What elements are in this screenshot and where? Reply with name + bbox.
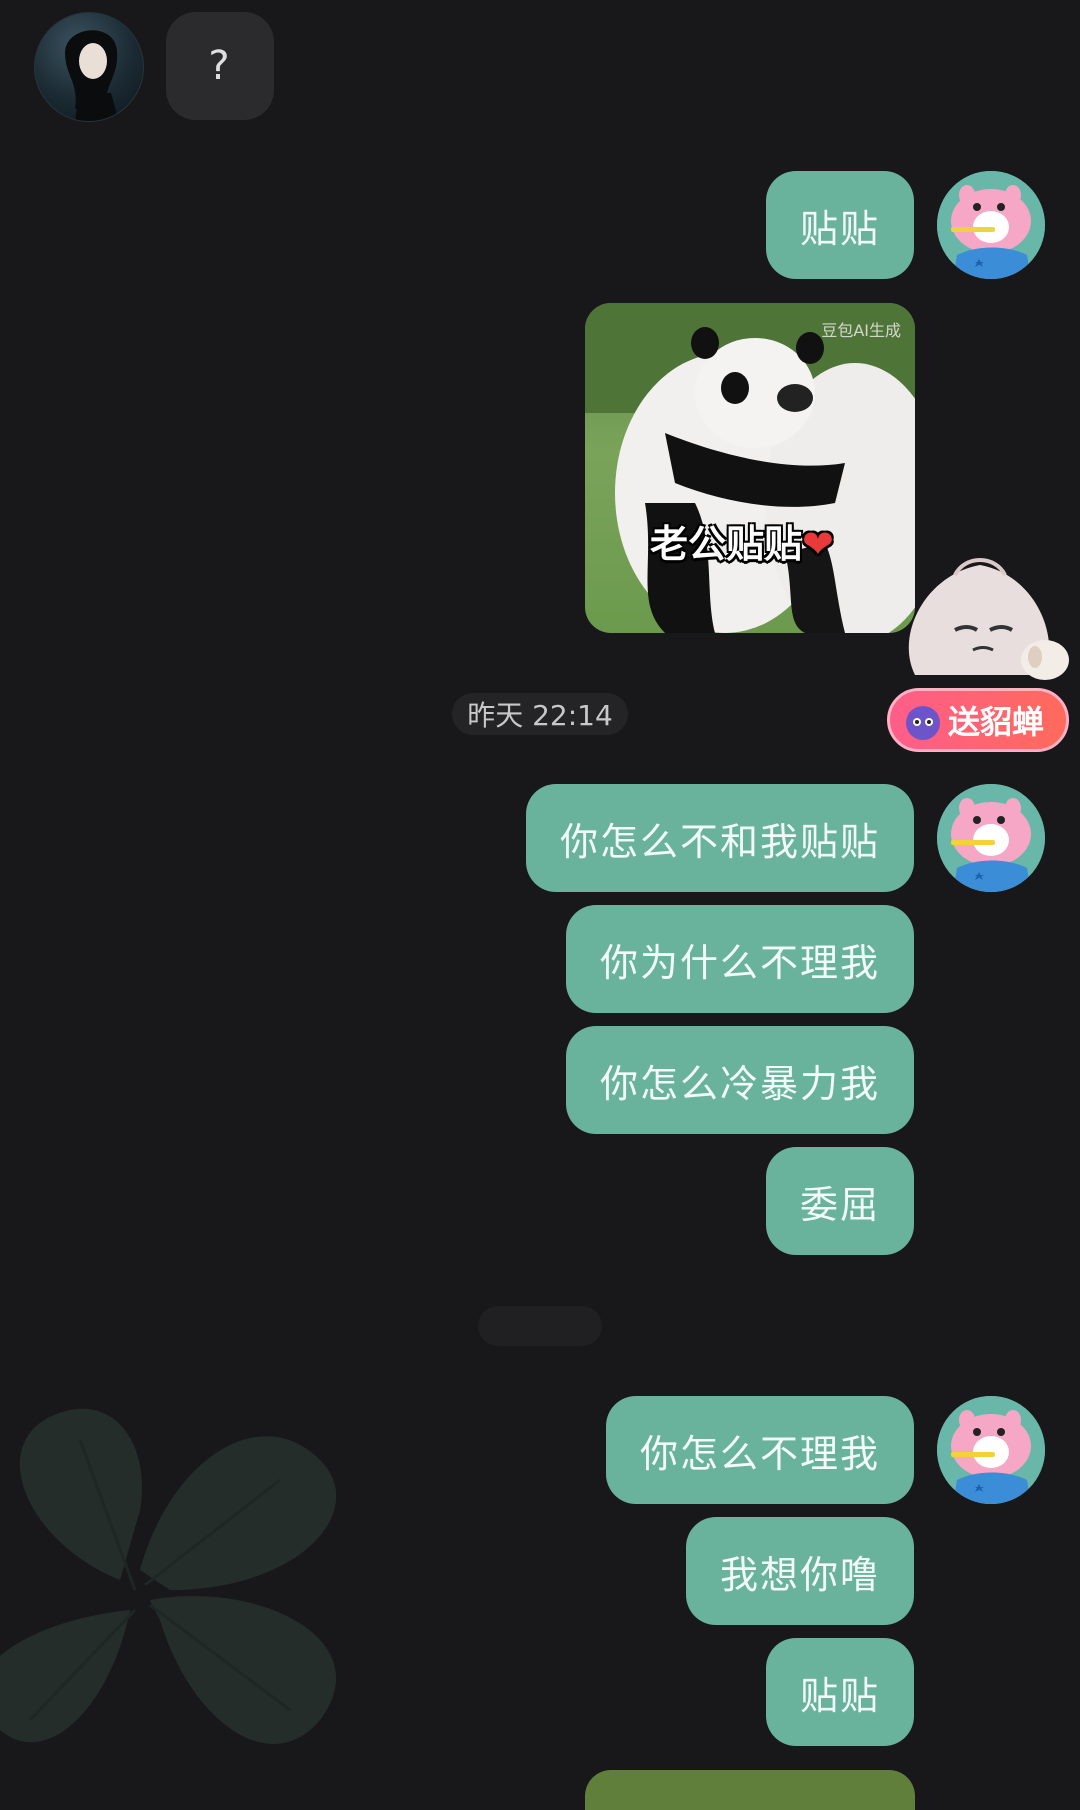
message-text: 我想你噜: [719, 1552, 880, 1597]
message-timestamp: 昨天 22:14: [452, 693, 628, 735]
incoming-message[interactable]: ?: [166, 12, 274, 120]
sticker-caption: 老公贴贴❤: [650, 513, 834, 568]
sticker-partial[interactable]: [585, 1770, 915, 1810]
dumpling-mascot[interactable]: [885, 545, 1075, 695]
clover-decoration: [0, 1408, 337, 1744]
send-gift-label: 送貂蝉: [947, 703, 1044, 741]
panda-sticker[interactable]: 豆包AI生成 老公贴贴❤: [585, 303, 915, 633]
outgoing-message[interactable]: 你怎么不和我贴贴: [525, 784, 914, 892]
send-gift-button[interactable]: 送貂蝉: [887, 688, 1069, 752]
message-text: 委屈: [799, 1182, 880, 1227]
outgoing-message[interactable]: 我想你噜: [685, 1517, 914, 1625]
message-text: 你怎么不和我贴贴: [559, 819, 880, 864]
outgoing-message[interactable]: 你怎么冷暴力我: [565, 1026, 914, 1134]
message-text: 你怎么冷暴力我: [599, 1061, 880, 1106]
my-avatar[interactable]: [937, 1396, 1045, 1504]
outgoing-message[interactable]: 你为什么不理我: [565, 905, 914, 1013]
monster-gift-icon: [906, 706, 940, 740]
message-text: 贴贴: [799, 1673, 880, 1718]
outgoing-message[interactable]: 贴贴: [765, 1638, 914, 1746]
heart-icon: ❤: [802, 522, 834, 566]
message-text: 贴贴: [799, 206, 880, 251]
my-avatar[interactable]: [937, 784, 1045, 892]
contact-avatar[interactable]: [34, 12, 144, 122]
outgoing-message[interactable]: 你怎么不理我: [605, 1396, 914, 1504]
sticker-caption-text: 老公贴贴: [650, 522, 803, 566]
sticker-watermark: 豆包AI生成: [821, 321, 901, 340]
outgoing-message[interactable]: 贴贴: [765, 171, 914, 279]
message-text: 你为什么不理我: [599, 940, 880, 985]
time-separator: [478, 1306, 602, 1346]
message-text: ?: [208, 43, 232, 89]
my-avatar[interactable]: [937, 171, 1045, 279]
message-text: 你怎么不理我: [639, 1431, 880, 1476]
outgoing-message[interactable]: 委屈: [765, 1147, 914, 1255]
